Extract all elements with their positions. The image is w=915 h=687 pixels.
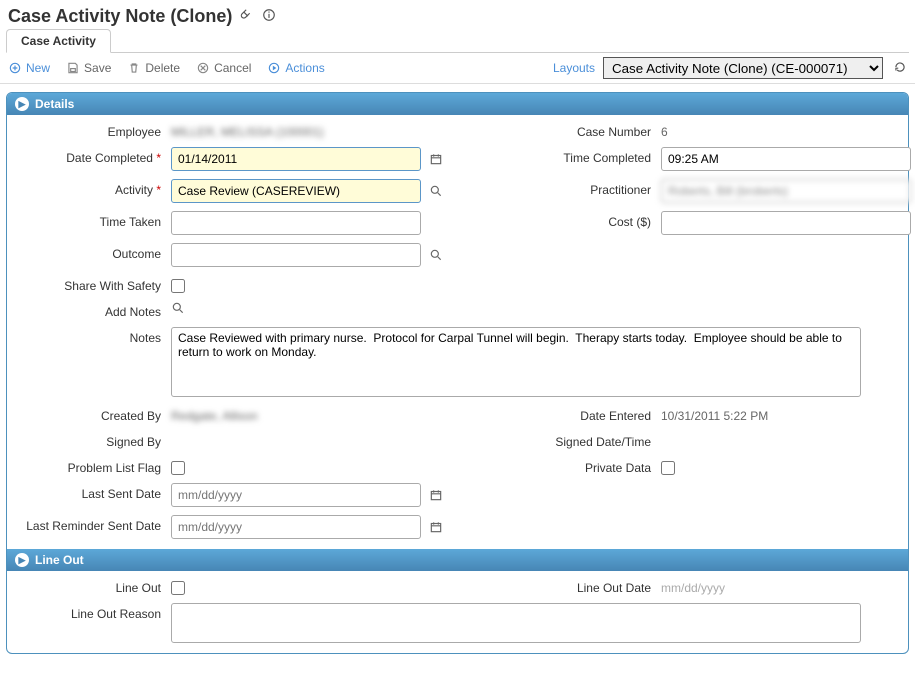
notes-label: Notes <box>21 327 161 345</box>
section-header-lineout[interactable]: ▶ Line Out <box>7 549 908 571</box>
activity-input[interactable] <box>171 179 421 203</box>
case-number-label: Case Number <box>501 121 651 139</box>
actions-label: Actions <box>285 61 324 75</box>
notes-textarea[interactable]: Case Reviewed with primary nurse. Protoc… <box>171 327 861 397</box>
delete-label: Delete <box>145 61 180 75</box>
cancel-button[interactable]: Cancel <box>196 61 251 75</box>
add-notes-label: Add Notes <box>21 301 161 319</box>
date-completed-input[interactable] <box>171 147 421 171</box>
problem-flag-label: Problem List Flag <box>21 457 161 475</box>
date-entered-label: Date Entered <box>501 405 651 423</box>
calendar-icon[interactable] <box>429 488 443 502</box>
actions-button[interactable]: Actions <box>267 61 324 75</box>
page-title: Case Activity Note (Clone) <box>8 6 232 27</box>
time-completed-input[interactable] <box>661 147 911 171</box>
search-icon[interactable] <box>171 301 185 315</box>
info-icon[interactable] <box>262 10 276 25</box>
save-button[interactable]: Save <box>66 61 111 75</box>
cancel-label: Cancel <box>214 61 251 75</box>
save-label: Save <box>84 61 111 75</box>
tab-case-activity[interactable]: Case Activity <box>6 29 111 53</box>
section-header-details[interactable]: ▶ Details <box>7 93 908 115</box>
activity-label: Activity <box>21 179 161 197</box>
details-title: Details <box>35 97 74 111</box>
layouts-link[interactable]: Layouts <box>553 61 595 75</box>
cost-input[interactable] <box>661 211 911 235</box>
outcome-input[interactable] <box>171 243 421 267</box>
calendar-icon[interactable] <box>429 520 443 534</box>
date-completed-label: Date Completed <box>21 147 161 165</box>
time-taken-label: Time Taken <box>21 211 161 229</box>
tab-label: Case Activity <box>21 34 96 48</box>
lineout-label: Line Out <box>21 577 161 595</box>
search-icon[interactable] <box>429 248 443 262</box>
lineout-date-label: Line Out Date <box>501 577 651 595</box>
last-reminder-label: Last Reminder Sent Date <box>21 515 161 533</box>
cancel-icon <box>196 61 210 75</box>
practitioner-input[interactable] <box>661 179 911 203</box>
outcome-label: Outcome <box>21 243 161 261</box>
private-data-checkbox[interactable] <box>661 461 675 475</box>
play-circle-icon <box>267 61 281 75</box>
last-sent-input[interactable] <box>171 483 421 507</box>
last-reminder-input[interactable] <box>171 515 421 539</box>
time-completed-label: Time Completed <box>501 147 651 165</box>
share-safety-checkbox[interactable] <box>171 279 185 293</box>
lineout-checkbox[interactable] <box>171 581 185 595</box>
employee-label: Employee <box>21 121 161 139</box>
search-icon[interactable] <box>429 184 443 198</box>
trash-icon <box>127 61 141 75</box>
share-safety-label: Share With Safety <box>21 275 161 293</box>
refresh-icon[interactable] <box>893 60 907 77</box>
signed-by-label: Signed By <box>21 431 161 449</box>
collapse-icon: ▶ <box>15 553 29 567</box>
problem-flag-checkbox[interactable] <box>171 461 185 475</box>
save-icon <box>66 61 80 75</box>
new-label: New <box>26 61 50 75</box>
calendar-icon[interactable] <box>429 152 443 166</box>
time-taken-input[interactable] <box>171 211 421 235</box>
lineout-reason-label: Line Out Reason <box>21 603 161 621</box>
date-entered-value: 10/31/2011 5:22 PM <box>661 405 768 423</box>
created-by-label: Created By <box>21 405 161 423</box>
section-details: ▶ Details Employee MILLER, MELISSA (1000… <box>6 92 909 654</box>
case-number-value: 6 <box>661 121 668 139</box>
layouts-select[interactable]: Case Activity Note (Clone) (CE-000071) <box>603 57 883 79</box>
last-sent-label: Last Sent Date <box>21 483 161 501</box>
lineout-date-value: mm/dd/yyyy <box>661 577 725 595</box>
private-data-label: Private Data <box>501 457 651 475</box>
employee-value: MILLER, MELISSA (100001) <box>171 121 324 139</box>
lineout-title: Line Out <box>35 553 84 567</box>
plus-icon <box>8 61 22 75</box>
cost-label: Cost ($) <box>501 211 651 229</box>
attach-icon[interactable] <box>238 9 256 25</box>
delete-button[interactable]: Delete <box>127 61 180 75</box>
collapse-icon: ▶ <box>15 97 29 111</box>
created-by-value: Redgate, Allison <box>171 405 258 423</box>
practitioner-label: Practitioner <box>501 179 651 197</box>
signed-dt-label: Signed Date/Time <box>501 431 651 449</box>
new-button[interactable]: New <box>8 61 50 75</box>
lineout-reason-textarea[interactable] <box>171 603 861 643</box>
